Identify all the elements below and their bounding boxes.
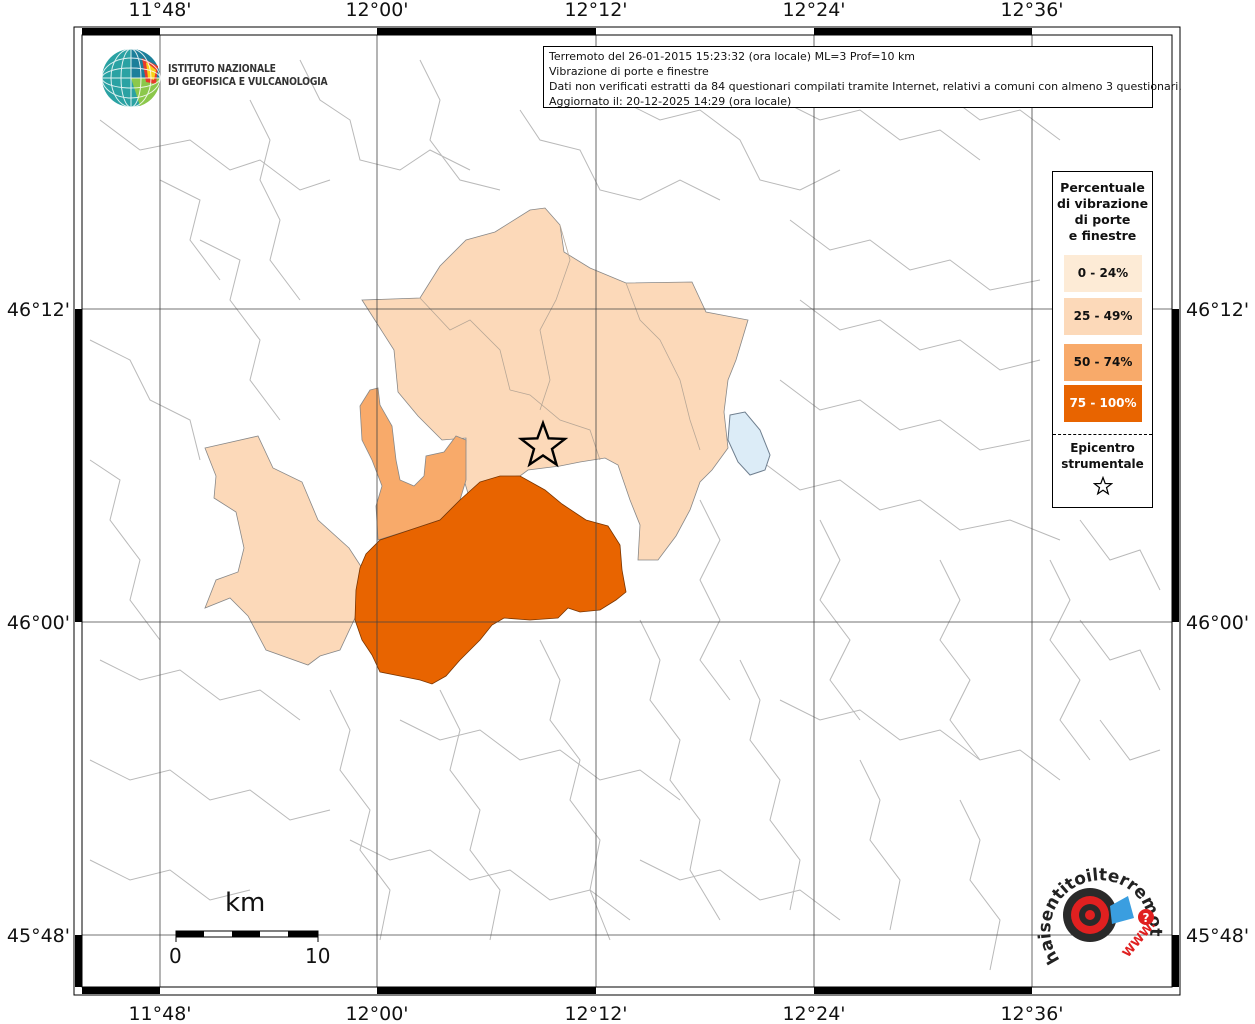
lon-label-bottom-3: 12°12' xyxy=(564,1003,627,1024)
logo-line-2: DI GEOFISICA E VULCANOLOGIA xyxy=(168,76,328,88)
logo-line-1: ISTITUTO NAZIONALE xyxy=(168,63,276,75)
legend-epicenter-line-2: strumentale xyxy=(1061,457,1144,471)
scale-unit-label: km xyxy=(225,888,266,918)
scale-start-label: 0 xyxy=(169,944,182,968)
legend-swatch-75-100: 75 - 100% xyxy=(1064,385,1142,422)
legend-title-line-1: Percentuale xyxy=(1060,180,1145,195)
legend-epicenter-line-1: Epicentro xyxy=(1070,441,1135,455)
lat-label-left-3: 45°48' xyxy=(7,925,70,947)
lat-label-right-1: 46°12' xyxy=(1186,299,1249,321)
scale-end-label: 10 xyxy=(305,944,331,968)
lon-label-top-3: 12°12' xyxy=(564,0,627,21)
lon-label-bottom-2: 12°00' xyxy=(345,1003,408,1024)
legend-swatch-0-24: 0 - 24% xyxy=(1064,255,1142,292)
ingv-logo-icon xyxy=(101,48,161,108)
legend-box: Percentuale di vibrazione di porte e fin… xyxy=(1052,171,1153,508)
lon-label-bottom-1: 11°48' xyxy=(128,1003,191,1024)
legend-swatch-25-49: 25 - 49% xyxy=(1064,298,1142,335)
lat-label-left-2: 46°00' xyxy=(7,612,70,634)
legend-separator xyxy=(1053,434,1152,435)
event-title: Terremoto del 26-01-2015 15:23:32 (ora l… xyxy=(549,50,916,63)
legend-title-line-3: di porte xyxy=(1074,212,1131,227)
lon-label-top-4: 12°24' xyxy=(782,0,845,21)
legend-star-icon xyxy=(1093,476,1113,496)
lon-label-bottom-4: 12°24' xyxy=(782,1003,845,1024)
legend-swatch-50-74: 50 - 74% xyxy=(1064,344,1142,381)
legend-title-line-4: e finestre xyxy=(1068,228,1137,243)
event-subtitle: Vibrazione di porte e finestre xyxy=(549,65,709,78)
lon-label-top-5: 12°36' xyxy=(1000,0,1063,21)
macroseismic-map: 11°48' 12°00' 12°12' 12°24' 12°36' 11°48… xyxy=(0,0,1249,1024)
event-updated: Aggiornato il: 20-12-2025 14:29 (ora loc… xyxy=(549,95,792,108)
lon-label-top-1: 11°48' xyxy=(128,0,191,21)
lat-label-right-3: 45°48' xyxy=(1186,925,1249,947)
legend-epicenter-title: Epicentro strumentale xyxy=(1053,440,1152,472)
lon-label-bottom-5: 12°36' xyxy=(1000,1003,1063,1024)
lat-label-left-1: 46°12' xyxy=(7,299,70,321)
event-info-box: Terremoto del 26-01-2015 15:23:32 (ora l… xyxy=(543,46,1182,108)
legend-title-line-2: di vibrazione xyxy=(1056,196,1149,211)
event-data-note: Dati non verificati estratti da 84 quest… xyxy=(549,80,1182,93)
legend-title: Percentuale di vibrazione di porte e fin… xyxy=(1053,180,1152,244)
lat-label-right-2: 46°00' xyxy=(1186,612,1249,634)
lon-label-top-2: 12°00' xyxy=(345,0,408,21)
ingv-logo-text: ISTITUTO NAZIONALE DI GEOFISICA E VULCAN… xyxy=(168,63,328,89)
